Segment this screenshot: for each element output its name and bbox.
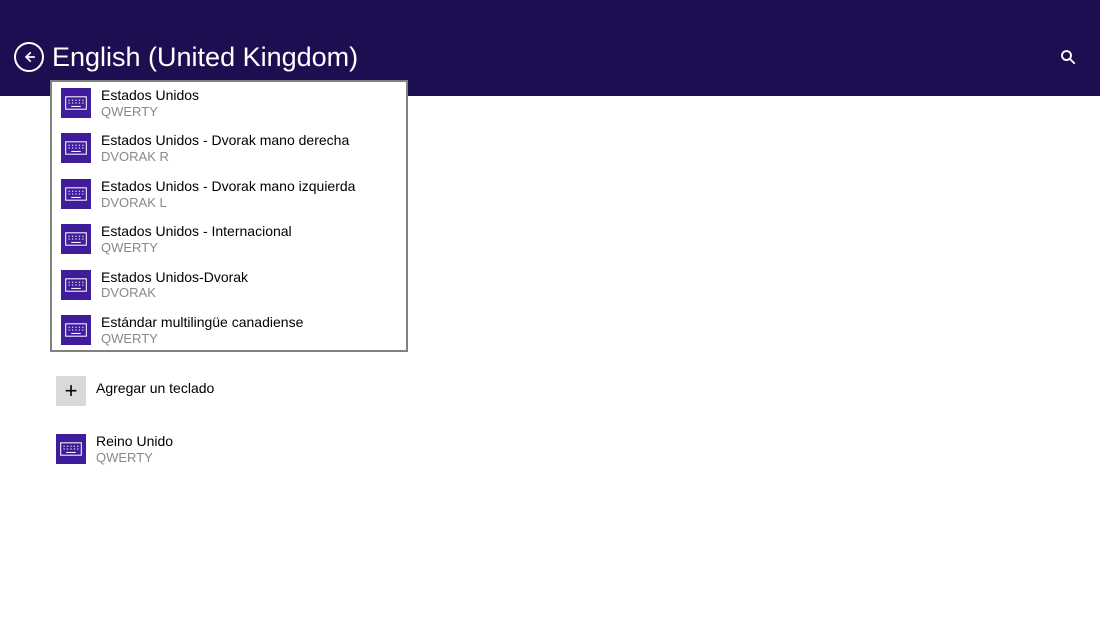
installed-keyboard-text: Reino Unido QWERTY [96,433,173,465]
keyboard-option[interactable]: Estados Unidos-Dvorak DVORAK [52,264,406,309]
arrow-left-icon [22,50,36,64]
keyboard-option-text: Estados Unidos - Dvorak mano izquierda D… [101,178,355,210]
installed-keyboard-name: Reino Unido [96,433,173,450]
keyboard-option-text: Estados Unidos-Dvorak DVORAK [101,269,248,301]
keyboard-icon [61,270,91,300]
keyboard-option-layout: DVORAK [101,285,248,301]
keyboard-option-name: Estándar multilingüe canadiense [101,314,303,331]
keyboard-option-layout: QWERTY [101,331,303,347]
keyboard-option-name: Estados Unidos-Dvorak [101,269,248,286]
keyboard-icon [56,434,86,464]
keyboard-option-name: Estados Unidos [101,87,199,104]
keyboard-icon [61,88,91,118]
keyboard-option-text: Estados Unidos QWERTY [101,87,199,119]
keyboard-option-name: Estados Unidos - Dvorak mano izquierda [101,178,355,195]
keyboard-dropdown: Estados Unidos QWERTY Estados Unidos - D… [50,80,408,352]
keyboard-icon [61,315,91,345]
keyboard-option-layout: QWERTY [101,240,292,256]
keyboard-option-text: Estados Unidos - Dvorak mano derecha DVO… [101,132,349,164]
installed-keyboard[interactable]: Reino Unido QWERTY [56,434,1100,465]
keyboard-icon [61,224,91,254]
keyboard-option[interactable]: Estados Unidos - Dvorak mano derecha DVO… [52,127,406,172]
keyboard-option-text: Estándar multilingüe canadiense QWERTY [101,314,303,346]
content: Estados Unidos QWERTY Estados Unidos - D… [0,96,1100,465]
keyboard-icon [61,179,91,209]
search-icon [1059,48,1077,66]
add-keyboard-button[interactable]: + Agregar un teclado [56,376,1100,406]
keyboard-option[interactable]: Estados Unidos QWERTY [52,82,406,127]
keyboard-option-layout: DVORAK R [101,149,349,165]
keyboard-option[interactable]: Estándar multilingüe canadiense QWERTY [52,309,406,352]
keyboard-option[interactable]: Estados Unidos - Dvorak mano izquierda D… [52,173,406,218]
keyboard-option[interactable]: Estados Unidos - Internacional QWERTY [52,218,406,263]
header-left: English (United Kingdom) [14,42,358,73]
keyboard-option-name: Estados Unidos - Internacional [101,223,292,240]
search-button[interactable] [1056,45,1080,69]
keyboard-option-layout: DVORAK L [101,195,355,211]
keyboard-icon [61,133,91,163]
keyboard-option-text: Estados Unidos - Internacional QWERTY [101,223,292,255]
add-keyboard-label: Agregar un teclado [96,380,214,396]
installed-keyboard-layout: QWERTY [96,450,173,466]
keyboard-option-layout: QWERTY [101,104,199,120]
page-title: English (United Kingdom) [52,42,358,73]
keyboard-option-name: Estados Unidos - Dvorak mano derecha [101,132,349,149]
back-button[interactable] [14,42,44,72]
plus-icon: + [56,376,86,406]
